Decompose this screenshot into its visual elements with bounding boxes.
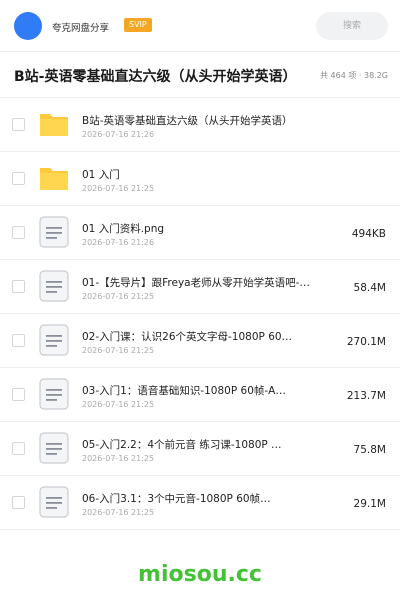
file-name: B站-英语零基础直达六级（从头开始学英语） [82,115,293,127]
file-date: 2026-07-16 21:25 [82,184,155,193]
file-name: 06-入门3.1：3个中元音-1080P 60帧… [82,493,271,505]
file-date: 2026-07-16 21:25 [82,454,155,463]
search-input[interactable] [316,12,388,40]
file-date: 2026-07-16 21:25 [82,400,155,409]
select-checkbox[interactable] [12,496,25,509]
file-name: 05-入门2.2：4个前元音 练习课-1080P … [82,439,282,451]
document-icon [39,486,69,518]
list-item[interactable]: 02-入门课：认识26个英文字母-1080P 60… 2026-07-16 21… [0,314,400,368]
top-bar: 夸克网盘分享 SVIP [0,0,400,52]
list-item[interactable]: 03-入门1：语音基础知识-1080P 60帧-A… 2026-07-16 21… [0,368,400,422]
document-icon [39,378,69,410]
file-size: 270.1M [346,336,386,348]
document-icon [39,324,69,356]
file-name: 01 入门资料.png [82,223,165,235]
watermark: miosou.cc [138,562,262,587]
avatar[interactable] [14,12,42,40]
select-checkbox[interactable] [12,172,25,185]
vip-badge: SVIP [124,18,152,32]
list-item[interactable]: 05-入门2.2：4个前元音 练习课-1080P … 2026-07-16 21… [0,422,400,476]
select-checkbox[interactable] [12,226,25,239]
list-item[interactable]: 01 入门 2026-07-16 21:25 [0,152,400,206]
document-icon [39,216,69,248]
file-name: 01 入门 [82,169,120,181]
list-item[interactable]: B站-英语零基础直达六级（从头开始学英语） 2026-07-16 21:26 [0,98,400,152]
file-name: 02-入门课：认识26个英文字母-1080P 60… [82,331,293,343]
select-checkbox[interactable] [12,388,25,401]
file-size: 494KB [351,228,386,240]
file-size: 213.7M [346,390,386,402]
file-date: 2026-07-16 21:25 [82,292,155,301]
file-size: 29.1M [353,498,386,510]
file-date: 2026-07-16 21:26 [82,130,155,139]
select-checkbox[interactable] [12,280,25,293]
file-size: 58.4M [353,282,386,294]
file-size: 75.8M [353,444,386,456]
file-name: 01-【先导片】跟Freya老师从零开始学英语吧-… [82,277,310,289]
list-item[interactable]: 01-【先导片】跟Freya老师从零开始学英语吧-… 2026-07-16 21… [0,260,400,314]
list-item[interactable]: 06-入门3.1：3个中元音-1080P 60帧… 2026-07-16 21:… [0,476,400,530]
file-date: 2026-07-16 21:26 [82,238,155,247]
folder-meta: 共 464 项 · 38.2G [320,71,388,80]
select-checkbox[interactable] [12,334,25,347]
account-name: 夸克网盘分享 [52,23,110,34]
file-date: 2026-07-16 21:25 [82,508,155,517]
file-list: B站-英语零基础直达六级（从头开始学英语） 2026-07-16 21:26 0… [0,98,400,530]
document-icon [39,432,69,464]
document-icon [39,270,69,302]
folder-icon [40,168,68,190]
folder-icon [40,114,68,136]
file-date: 2026-07-16 21:25 [82,346,155,355]
select-checkbox[interactable] [12,118,25,131]
list-item[interactable]: 01 入门资料.png 2026-07-16 21:26 494KB [0,206,400,260]
file-name: 03-入门1：语音基础知识-1080P 60帧-A… [82,385,286,397]
page-title: B站-英语零基础直达六级（从头开始学英语） [14,69,297,85]
select-checkbox[interactable] [12,442,25,455]
folder-header: B站-英语零基础直达六级（从头开始学英语） 共 464 项 · 38.2G [0,52,400,98]
